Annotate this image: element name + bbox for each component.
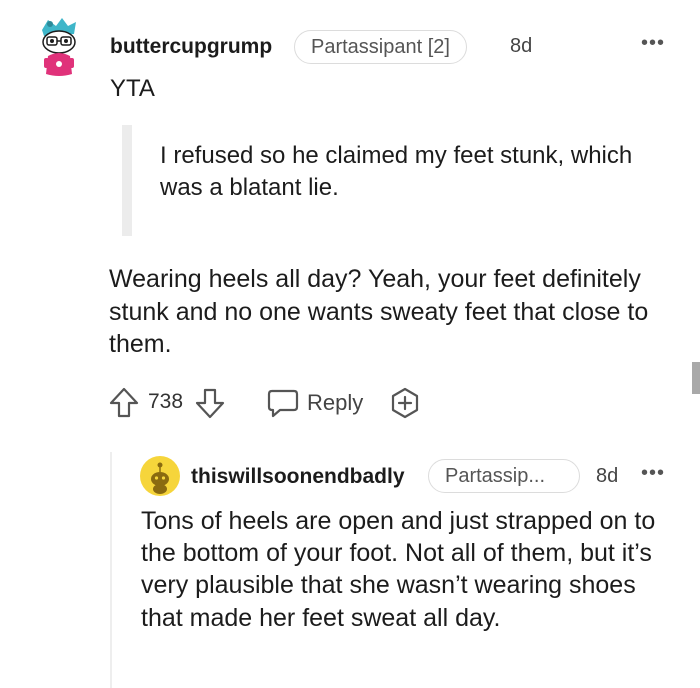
snoo-avatar-icon [42,18,76,76]
snoo-avatar-icon [140,456,180,496]
speech-bubble-icon[interactable] [266,387,300,419]
comment-username[interactable]: thiswillsoonendbadly [191,465,405,489]
user-flair: Partassip... [428,459,580,493]
thread-line[interactable] [110,452,112,688]
comment-username[interactable]: buttercupgrump [110,35,272,59]
reply-button[interactable]: Reply [307,390,363,416]
more-options-icon[interactable]: ••• [641,32,665,55]
downvote-arrow-icon[interactable] [194,386,226,420]
user-avatar[interactable] [140,456,180,496]
blockquote-bar [122,125,132,236]
comment-timestamp: 8d [510,35,533,57]
scrollbar-thumb[interactable] [692,362,700,394]
comment-body: Wearing heels all day? Yeah, your feet d… [109,265,649,358]
upvote-arrow-icon[interactable] [108,386,140,420]
user-flair: Partassipant [2] [294,30,467,64]
award-plus-icon[interactable] [388,386,422,420]
more-options-icon[interactable]: ••• [641,462,665,485]
user-avatar[interactable] [38,16,80,78]
comment-timestamp: 8d [596,465,619,487]
vote-score: 738 [148,390,184,413]
comment-body: Tons of heels are open and just strapped… [141,507,656,632]
blockquote-text: I refused so he claimed my feet stunk, w… [160,142,633,201]
comment-verdict: YTA [110,75,155,102]
